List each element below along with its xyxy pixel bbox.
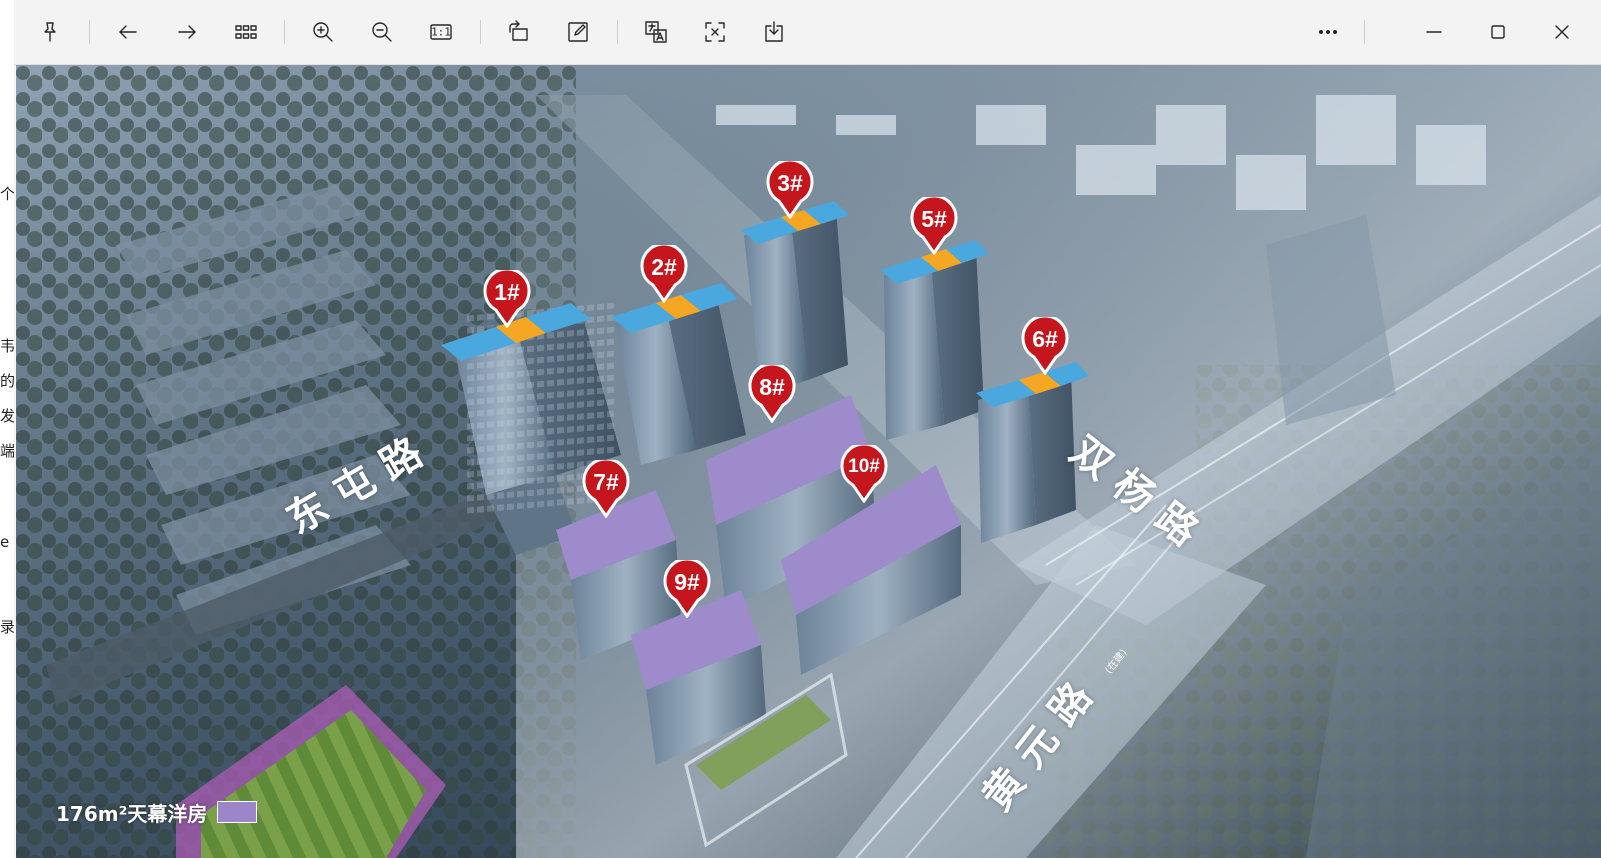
text-recognize-icon	[705, 22, 725, 42]
more-button[interactable]	[1310, 14, 1346, 50]
building-marker-3[interactable]: 3#	[765, 161, 815, 219]
minimize-button[interactable]	[1416, 14, 1452, 50]
edit-button[interactable]	[560, 14, 596, 50]
clipped-text-char: 韦	[0, 337, 15, 355]
clipped-text-char: 个	[0, 185, 15, 203]
legend-label: 176m²天幕洋房	[56, 801, 208, 826]
clipped-text-char: 发	[0, 407, 15, 425]
actual-size-icon: 1:1	[430, 24, 452, 40]
pin-icon	[44, 22, 56, 42]
building-marker-6[interactable]: 6#	[1020, 317, 1070, 375]
save-button[interactable]	[756, 14, 792, 50]
pin-button[interactable]	[32, 14, 68, 50]
grid-icon	[235, 25, 257, 39]
text-recognize-button[interactable]	[697, 14, 733, 50]
minimize-icon	[1426, 31, 1442, 33]
clipped-text-char: 录	[0, 618, 15, 636]
viewer-toolbar: 1:1	[14, 0, 1601, 65]
building-marker-9[interactable]: 9#	[662, 560, 712, 618]
legend: 176m²天幕洋房	[56, 797, 258, 827]
download-icon	[765, 21, 783, 42]
previous-button[interactable]	[110, 14, 146, 50]
more-icon	[1319, 29, 1338, 34]
svg-text:1:1: 1:1	[431, 26, 451, 39]
building-marker-1[interactable]: 1#	[482, 270, 532, 328]
next-button[interactable]	[169, 14, 205, 50]
aerial-rendering-image: 东屯路 双杨路 黄元路 (在建) 1# 2# 3# 5# 6# 7# 8# 9#…	[16, 65, 1601, 858]
zoom-out-button[interactable]	[364, 14, 400, 50]
background-window-strip: 个 韦 的 发 端 e 录	[0, 0, 15, 858]
translate-icon	[645, 21, 667, 43]
building-marker-10[interactable]: 10#	[839, 445, 889, 503]
maximize-icon	[1491, 25, 1505, 39]
building-marker-8[interactable]: 8#	[747, 365, 797, 423]
clipped-text-char: 端	[0, 442, 15, 460]
building-marker-2[interactable]: 2#	[639, 245, 689, 303]
arrow-left-icon	[119, 25, 137, 39]
rotate-icon	[509, 20, 528, 41]
building-marker-5[interactable]: 5#	[909, 197, 959, 255]
clipped-text-char: e	[0, 533, 10, 551]
maximize-button[interactable]	[1480, 14, 1516, 50]
image-viewer-window: 1:1 东屯路 双杨路 黄元路 (在建) 1# 2# 3# 5# 6# 7# 8…	[14, 0, 1601, 858]
clipped-text-char: 的	[0, 372, 15, 390]
building-marker-7[interactable]: 7#	[581, 460, 631, 518]
close-icon	[1555, 25, 1569, 39]
rotate-button[interactable]	[501, 14, 537, 50]
zoom-in-button[interactable]	[305, 14, 341, 50]
arrow-right-icon	[178, 25, 196, 39]
zoom-out-icon	[372, 22, 392, 42]
translate-button[interactable]	[638, 14, 674, 50]
zoom-in-icon	[313, 22, 333, 42]
edit-icon	[568, 22, 588, 42]
close-button[interactable]	[1544, 14, 1580, 50]
gallery-button[interactable]	[228, 14, 264, 50]
actual-size-button[interactable]: 1:1	[423, 14, 459, 50]
tower-5	[880, 240, 989, 440]
legend-swatch	[217, 801, 258, 823]
